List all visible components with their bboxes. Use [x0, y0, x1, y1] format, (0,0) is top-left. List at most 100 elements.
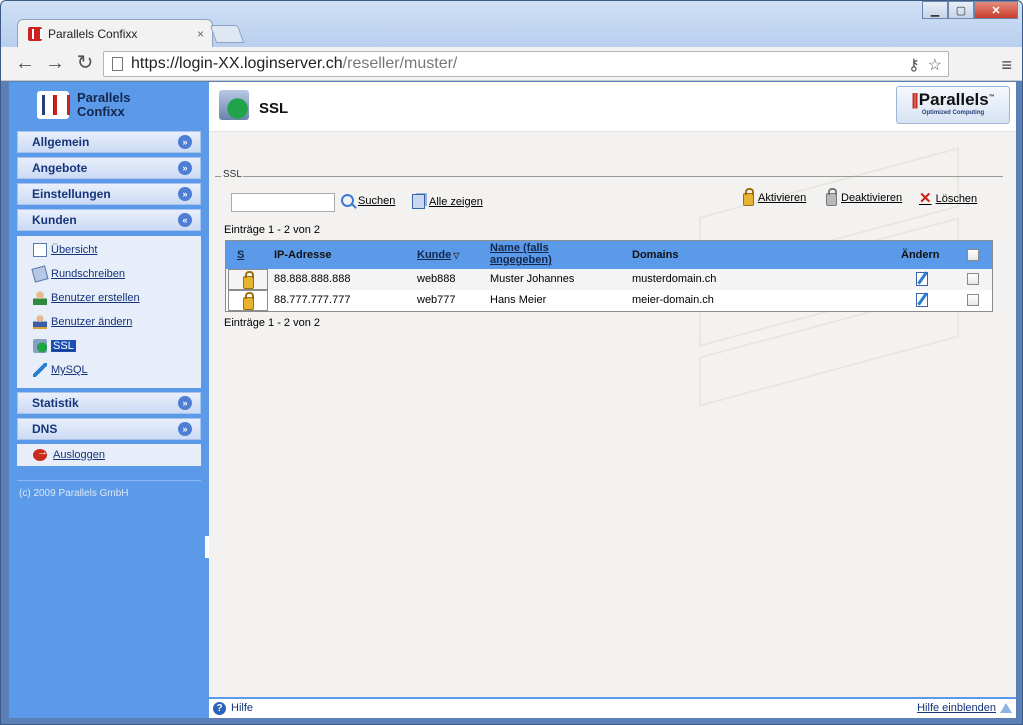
search-input[interactable] — [231, 193, 335, 212]
delete-button[interactable]: ✕ Löschen — [919, 191, 978, 206]
nav-group-statistik[interactable]: Statistik » — [17, 392, 201, 414]
nav-group-label: Kunden — [32, 213, 77, 227]
sidebar-item-benutzer-erstellen[interactable]: Benutzer erstellen — [33, 290, 140, 306]
nav-group-dns[interactable]: DNS » — [17, 418, 201, 440]
column-header-name[interactable]: Name (falls angegeben) — [490, 242, 552, 266]
title-bar: Parallels Confixx × ▁ ▢ ✕ — [1, 1, 1022, 47]
logo-line2: Confixx — [77, 104, 125, 119]
pages-icon — [412, 194, 425, 209]
page-icon — [112, 57, 123, 71]
lock-grey-icon — [826, 188, 837, 206]
column-header-edit: Ändern — [901, 249, 940, 261]
main-content: SSL Parallels™ Optimized Computing SSL S… — [209, 82, 1016, 718]
sidebar: Parallels Confixx Allgemein » Angebote »… — [9, 82, 209, 718]
show-all-button[interactable]: Alle zeigen — [412, 194, 483, 209]
nav-group-allgemein[interactable]: Allgemein » — [17, 131, 201, 153]
search-button[interactable]: Suchen — [341, 194, 395, 207]
logout-link[interactable]: Ausloggen — [17, 444, 201, 466]
deactivate-label: Deaktivieren — [841, 192, 903, 204]
close-window-button[interactable]: ✕ — [974, 1, 1018, 19]
logo-line1: Parallels — [77, 90, 131, 105]
confixx-app: Parallels Confixx Allgemein » Angebote »… — [9, 82, 1016, 718]
fieldset-border — [243, 176, 1003, 177]
column-header-name-line1: Name (falls — [490, 242, 549, 254]
search-icon — [341, 194, 354, 207]
activate-button[interactable]: Aktivieren — [743, 188, 807, 206]
sidebar-item-benutzer-aendern[interactable]: Benutzer ändern — [33, 314, 132, 330]
status-cell[interactable] — [228, 290, 268, 311]
kunde-cell: web888 — [417, 273, 456, 285]
sidebar-item-label: Rundschreiben — [51, 268, 125, 280]
parallels-logo-icon — [37, 91, 70, 119]
column-header-domains: Domains — [632, 249, 679, 261]
sidebar-item-uebersicht[interactable]: Übersicht — [33, 242, 97, 258]
chevron-down-icon[interactable]: » — [178, 187, 192, 201]
ssl-header-icon — [219, 90, 249, 120]
chevron-down-icon[interactable]: » — [178, 396, 192, 410]
window-controls: ▁ ▢ ✕ — [922, 1, 1018, 19]
browser-menu-icon[interactable]: ≡ — [1001, 55, 1012, 76]
mail-icon — [31, 265, 49, 283]
table-row: 88.777.777.777 web777 Hans Meier meier-d… — [226, 290, 992, 311]
forward-button[interactable]: → — [43, 52, 67, 76]
column-header-status[interactable]: S — [237, 249, 244, 261]
mysql-icon — [33, 363, 47, 377]
nav-group-einstellungen[interactable]: Einstellungen » — [17, 183, 201, 205]
nav-group-label: Statistik — [32, 396, 79, 410]
edit-icon[interactable] — [916, 293, 928, 307]
page-title: SSL — [259, 100, 289, 117]
help-bar: ? Hilfe Hilfe einblenden — [209, 697, 1016, 718]
chevron-up-icon[interactable]: « — [178, 213, 192, 227]
address-bar[interactable]: https://login-XX.loginserver.ch/reseller… — [103, 51, 949, 77]
help-link[interactable]: Hilfe — [231, 702, 253, 714]
maximize-button[interactable]: ▢ — [948, 1, 974, 19]
search-label: Suchen — [358, 194, 396, 207]
arrow-up-icon[interactable] — [1000, 703, 1012, 713]
minimize-button[interactable]: ▁ — [922, 1, 948, 19]
entries-count-top: Einträge 1 - 2 von 2 — [224, 224, 321, 236]
new-tab-button[interactable] — [209, 25, 245, 43]
delete-label: Löschen — [935, 192, 978, 205]
chevron-down-icon[interactable]: » — [178, 422, 192, 436]
status-cell[interactable] — [228, 269, 268, 290]
column-header-kunde[interactable]: Kunde ▽ — [417, 249, 459, 261]
sort-down-icon: ▽ — [453, 251, 460, 260]
nav-group-label: Allgemein — [32, 135, 90, 149]
sidebar-item-ssl[interactable]: SSL — [33, 338, 76, 354]
bookmark-star-icon[interactable]: ☆ — [928, 55, 942, 75]
chevron-down-icon[interactable]: » — [178, 161, 192, 175]
column-header-name-line2: angegeben) — [490, 254, 552, 266]
nav-group-kunden[interactable]: Kunden « — [17, 209, 201, 231]
select-all-checkbox[interactable] — [967, 249, 979, 261]
sidebar-item-label: SSL — [51, 340, 76, 352]
lock-icon — [743, 188, 754, 206]
edit-icon[interactable] — [916, 272, 928, 286]
browser-window: Parallels Confixx × ▁ ▢ ✕ ← → ↻ https://… — [0, 0, 1023, 725]
domain-cell: musterdomain.ch — [632, 273, 717, 285]
ssl-table: S IP-Adresse Kunde ▽ Name (falls angegeben… — [225, 240, 993, 312]
back-button[interactable]: ← — [13, 52, 37, 76]
show-help-link[interactable]: Hilfe einblenden — [917, 702, 996, 714]
sidebar-item-mysql[interactable]: MySQL — [33, 362, 88, 378]
sidebar-item-label: Übersicht — [51, 244, 98, 256]
activate-label: Aktivieren — [758, 192, 807, 204]
fieldset-legend: SSL — [223, 169, 242, 180]
browser-tab[interactable]: Parallels Confixx × — [17, 19, 213, 47]
key-icon[interactable]: ⚷ — [908, 55, 920, 75]
lock-icon — [242, 291, 254, 310]
nav-group-label: DNS — [32, 422, 58, 436]
help-icon[interactable]: ? — [213, 702, 226, 715]
reload-button[interactable]: ↻ — [73, 52, 97, 76]
sidebar-item-rundschreiben[interactable]: Rundschreiben — [31, 265, 125, 283]
row-checkbox[interactable] — [967, 273, 979, 285]
table-row: 88.888.888.888 web888 Muster Johannes mu… — [226, 269, 992, 290]
url-host: https://login-XX.loginserver.ch — [131, 55, 343, 72]
sidebar-item-label: Benutzer erstellen — [51, 292, 140, 304]
lock-icon — [242, 270, 254, 289]
chevron-down-icon[interactable]: » — [178, 135, 192, 149]
row-checkbox[interactable] — [967, 294, 979, 306]
tab-close-icon[interactable]: × — [197, 27, 204, 41]
confixx-logo[interactable]: Parallels Confixx — [9, 82, 209, 128]
deactivate-button[interactable]: Deaktivieren — [826, 188, 903, 206]
nav-group-angebote[interactable]: Angebote » — [17, 157, 201, 179]
